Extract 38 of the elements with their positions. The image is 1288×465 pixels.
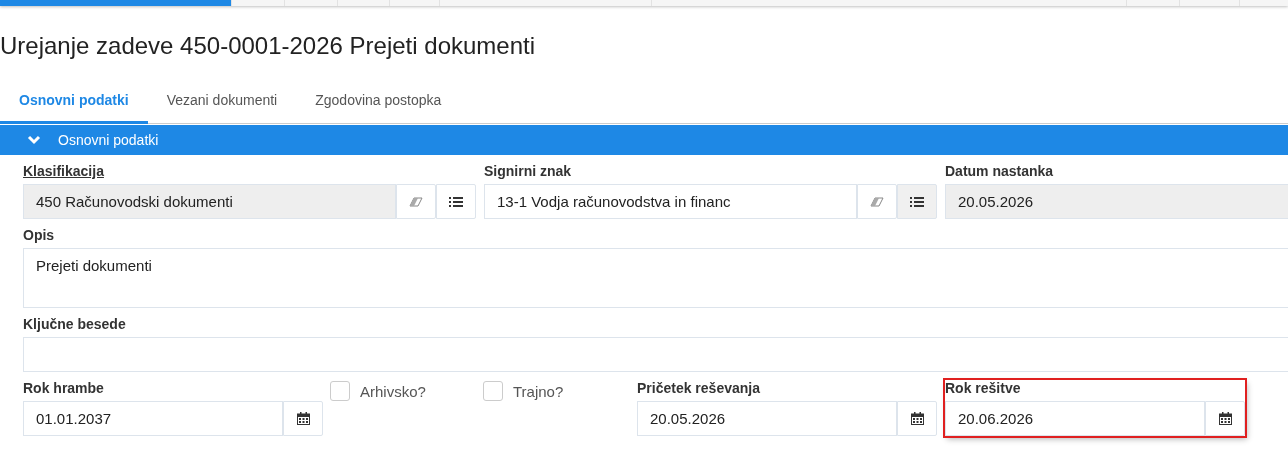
field-label: Rok rešitve [945,380,1022,397]
section-title: Osnovni podatki [58,132,159,148]
date-field[interactable]: 20.05.2026 [637,401,897,436]
calendar-button[interactable] [897,401,937,436]
tab[interactable]: Vezani dokumenti [147,83,297,124]
list-button[interactable] [436,184,476,219]
tab[interactable]: Zgodovina postopka [296,83,461,124]
list-button[interactable] [897,184,937,219]
page-title: Urejanje zadeve 450-0001-2026 Prejeti dokumenti [0,31,536,61]
date-field[interactable]: 20.06.2026 [945,401,1205,436]
field-label: Signirni znak [484,163,573,180]
field-label: Datum nastanka [945,163,1055,180]
checkbox-label: Arhivsko? [360,382,426,400]
input-field[interactable]: 450 Računovodski dokumenti [23,184,396,219]
field-label: Opis [23,227,56,244]
input-field[interactable]: 20.05.2026 [945,184,1288,219]
input-field[interactable]: 13-1 Vodja računovodstva in financ [484,184,857,219]
field-label: Pričetek reševanja [637,380,761,397]
checkbox[interactable] [330,381,350,401]
calendar-button[interactable] [283,401,323,436]
input-field[interactable] [23,337,1288,372]
calendar-button[interactable] [1205,401,1245,436]
field-label: Ključne besede [23,316,127,333]
calendar-icon [1218,412,1232,425]
eraser-icon [409,196,423,207]
eraser-icon [870,196,884,207]
section-header[interactable]: Osnovni podatki [0,125,1288,155]
list-icon [449,195,463,208]
checkbox[interactable] [483,381,503,401]
text-area[interactable]: Prejeti dokumenti [23,248,1288,308]
checkbox-label: Trajno? [513,382,564,400]
field-label[interactable]: Klasifikacija [23,163,476,180]
calendar-icon [296,412,310,425]
list-icon [910,195,924,208]
nav-tab[interactable] [0,0,232,6]
calendar-icon [910,412,924,425]
date-field[interactable]: 01.01.2037 [23,401,283,436]
field-label: Rok hrambe [23,380,105,397]
